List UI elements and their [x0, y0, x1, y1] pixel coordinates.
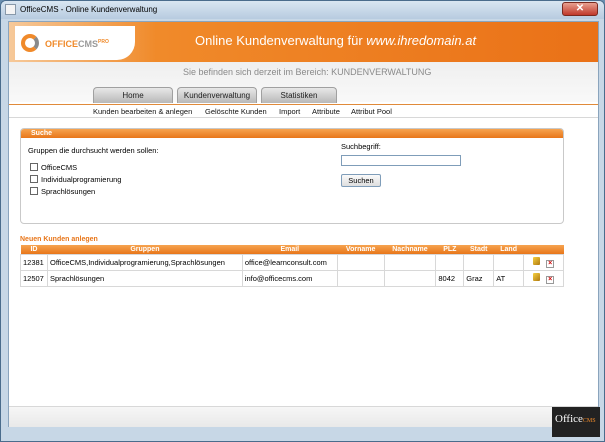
delete-icon[interactable]: ×: [546, 259, 555, 268]
tab-home[interactable]: Home: [93, 87, 173, 103]
page-headline: Online Kundenverwaltung für www.ihredoma…: [195, 33, 477, 48]
search-term-label: Suchbegriff:: [341, 142, 381, 151]
cell-plz: 8042: [435, 269, 465, 287]
officecms-logo[interactable]: OFFICECMSPRO: [15, 26, 135, 60]
group-label-sprachloesungen: Sprachlösungen: [41, 187, 96, 196]
group-checkbox-individualprogramierung[interactable]: [30, 175, 38, 183]
subnav-attribut-pool[interactable]: Attribut Pool: [351, 107, 392, 116]
new-customer-link[interactable]: Neuen Kunden anlegen: [20, 236, 98, 243]
search-panel: Suche Gruppen die durchsucht werden soll…: [20, 128, 564, 224]
table-row: 12381 OfficeCMS,Individualprogramierung,…: [20, 253, 564, 271]
cell-actions: ×: [523, 269, 564, 287]
subnav-import[interactable]: Import: [279, 107, 300, 116]
search-button[interactable]: Suchen: [341, 174, 381, 187]
pencil-icon[interactable]: [532, 272, 540, 281]
officecms-badge: OfficeCMS: [552, 407, 600, 437]
group-checkbox-sprachloesungen[interactable]: [30, 187, 38, 195]
column-header-gruppen[interactable]: Gruppen: [47, 245, 243, 254]
site-header: OFFICECMSPRO Online Kundenverwaltung für…: [9, 22, 598, 62]
logo-text: OFFICECMSPRO: [45, 39, 109, 49]
app-icon: [5, 4, 16, 15]
cell-groups: Sprachlösungen: [46, 269, 243, 287]
cell-last-name: [383, 269, 437, 287]
group-label-officecms: OfficeCMS: [41, 163, 78, 172]
cell-city: [463, 253, 495, 271]
column-header-id[interactable]: ID: [20, 245, 48, 254]
cell-groups: OfficeCMS,Individualprogramierung,Sprach…: [46, 253, 243, 271]
group-label-individualprogramierung: Individualprogramierung: [41, 175, 122, 184]
subnav-geloeschte-kunden[interactable]: Gelöschte Kunden: [205, 107, 267, 116]
column-header-nachname[interactable]: Nachname: [384, 245, 436, 254]
sub-navigation: Kunden bearbeiten & anlegen Gelöschte Ku…: [9, 104, 598, 118]
cell-id: 12507: [20, 269, 48, 287]
tab-kundenverwaltung[interactable]: Kundenverwaltung: [177, 87, 257, 103]
table-header-row: ID Gruppen Email Vorname Nachname PLZ St…: [20, 245, 564, 254]
cell-email: office@learnconsult.com: [241, 253, 338, 271]
close-button[interactable]: ✕: [562, 2, 598, 16]
groups-label: Gruppen die durchsucht werden sollen:: [28, 146, 159, 155]
column-header-stadt[interactable]: Stadt: [463, 245, 494, 254]
subnav-attribute[interactable]: Attribute: [312, 107, 340, 116]
cell-first-name: [336, 253, 385, 271]
cell-last-name: [383, 253, 437, 271]
cell-country: AT: [493, 269, 525, 287]
cell-email: info@officecms.com: [241, 269, 338, 287]
subnav-kunden-bearbeiten[interactable]: Kunden bearbeiten & anlegen: [93, 107, 192, 116]
status-bar: [1, 427, 604, 441]
column-header-actions: [523, 245, 564, 254]
cell-city: Graz: [463, 269, 495, 287]
title-bar: OfficeCMS - Online Kundenverwaltung ✕: [1, 1, 604, 19]
column-header-plz[interactable]: PLZ: [435, 245, 464, 254]
cell-id: 12381: [20, 253, 48, 271]
cell-country: [493, 253, 525, 271]
delete-icon[interactable]: ×: [546, 275, 555, 284]
page-content: OFFICECMSPRO Online Kundenverwaltung für…: [8, 21, 599, 435]
search-input[interactable]: [341, 155, 461, 166]
search-panel-title: Suche: [21, 129, 563, 138]
cell-plz: [435, 253, 465, 271]
column-header-vorname[interactable]: Vorname: [337, 245, 385, 254]
column-header-email[interactable]: Email: [242, 245, 338, 254]
column-header-land[interactable]: Land: [493, 245, 524, 254]
browser-window: OfficeCMS - Online Kundenverwaltung ✕ OF…: [0, 0, 605, 442]
window-title: OfficeCMS - Online Kundenverwaltung: [20, 5, 158, 14]
pencil-icon[interactable]: [532, 256, 540, 265]
cell-first-name: [336, 269, 385, 287]
location-text: Sie befinden sich derzeit im Bereich: KU…: [183, 67, 432, 77]
group-checkbox-officecms[interactable]: [30, 163, 38, 171]
table-row: 12507 Sprachlösungen info@officecms.com …: [20, 269, 564, 287]
customer-table: ID Gruppen Email Vorname Nachname PLZ St…: [20, 245, 564, 287]
cell-actions: ×: [523, 253, 564, 271]
tab-statistiken[interactable]: Statistiken: [261, 87, 337, 103]
officecms-logo-icon: [21, 34, 39, 52]
